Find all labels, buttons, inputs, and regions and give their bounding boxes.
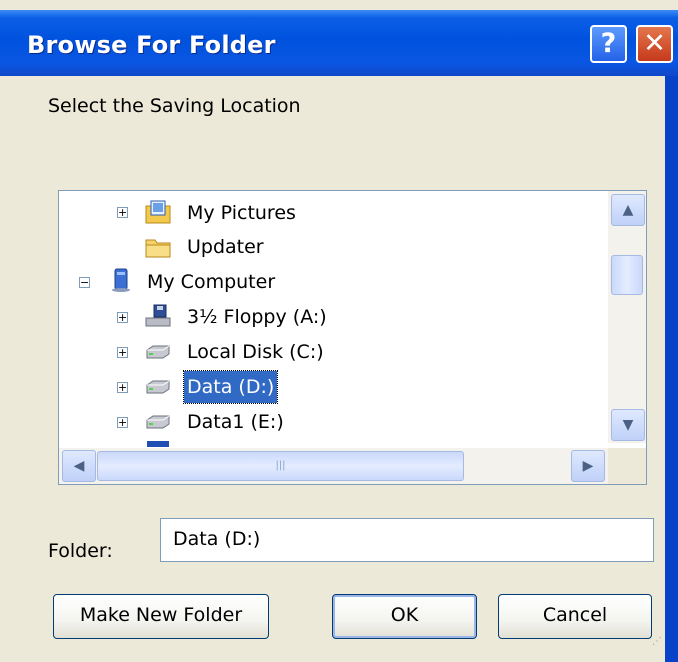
collapse-icon[interactable]: − [79, 277, 90, 288]
tree-item-local-disk-c[interactable]: + Local Disk (C:) [59, 336, 608, 368]
hard-disk-icon [146, 380, 170, 394]
hard-disk-icon [146, 415, 170, 429]
scroll-right-button[interactable]: ▶ [571, 450, 605, 482]
instruction-text: Select the Saving Location [48, 95, 301, 117]
vertical-scroll-thumb[interactable] [611, 255, 643, 295]
chevron-left-icon: ◀ [73, 458, 85, 474]
browse-for-folder-dialog: Browse For Folder ? ✕ Select the Saving … [0, 0, 678, 662]
tree-item-label: 3½ Floppy (A:) [187, 306, 327, 328]
chevron-up-icon: ▲ [622, 202, 634, 218]
close-button[interactable]: ✕ [636, 25, 673, 63]
tree-item-updater[interactable]: Updater [59, 231, 608, 263]
tree-item-label: My Computer [147, 271, 276, 293]
computer-icon [112, 268, 130, 292]
tree-item-label: Local Disk (C:) [187, 341, 324, 363]
tree-item-label: Data1 (E:) [187, 411, 284, 433]
expand-icon[interactable]: + [117, 207, 128, 218]
tree-item-floppy[interactable]: + 3½ Floppy (A:) [59, 301, 608, 333]
tree-item-label-selected: Data (D:) [182, 370, 279, 404]
scroll-up-button[interactable]: ▲ [611, 194, 645, 226]
scrollbar-corner [608, 448, 646, 484]
vertical-scrollbar[interactable]: ▲ ▼ [608, 191, 646, 443]
tree-item-data1-e[interactable]: + Data1 (E:) [59, 406, 608, 438]
folder-icon [145, 239, 171, 258]
tree-item-data-d[interactable]: + Data (D:) [59, 370, 608, 404]
hard-disk-icon [146, 345, 170, 359]
cancel-button[interactable]: Cancel [498, 594, 652, 639]
make-new-folder-button[interactable]: Make New Folder [53, 594, 269, 639]
scroll-left-button[interactable]: ◀ [62, 450, 96, 482]
folder-label: Folder: [48, 540, 113, 562]
pictures-folder-icon [145, 200, 171, 224]
expand-icon[interactable]: + [117, 312, 128, 323]
tree-item-label: Updater [187, 236, 264, 258]
chevron-down-icon: ▼ [622, 417, 634, 433]
resize-grip-icon[interactable]: ⋰ [652, 636, 664, 648]
title-bar[interactable]: Browse For Folder ? ✕ [0, 10, 678, 76]
help-button[interactable]: ? [590, 25, 627, 63]
scroll-down-button[interactable]: ▼ [611, 409, 645, 441]
horizontal-scroll-thumb[interactable]: ||| [97, 451, 464, 481]
tree-item-my-pictures[interactable]: + My Pictures [59, 197, 608, 229]
expand-icon[interactable]: + [117, 417, 128, 428]
close-icon: ✕ [643, 28, 666, 59]
window-frame-right [665, 76, 678, 662]
folder-tree[interactable]: + My Pictures Updater − My Computer + 3½… [58, 190, 647, 485]
dialog-title: Browse For Folder [27, 31, 276, 59]
folder-input[interactable]: Data (D:) [160, 518, 654, 562]
grip-icon: ||| [275, 460, 286, 471]
expand-icon[interactable]: + [117, 382, 128, 393]
help-icon: ? [600, 28, 617, 59]
tree-item-my-computer[interactable]: − My Computer [59, 266, 608, 298]
partial-item-icon [147, 441, 169, 447]
chevron-right-icon: ▶ [582, 458, 594, 474]
tree-item-label: My Pictures [187, 202, 296, 224]
floppy-drive-icon [145, 304, 171, 327]
expand-icon[interactable]: + [117, 347, 128, 358]
horizontal-scrollbar[interactable]: ◀ ||| ▶ [59, 448, 608, 484]
ok-button[interactable]: OK [332, 594, 477, 639]
